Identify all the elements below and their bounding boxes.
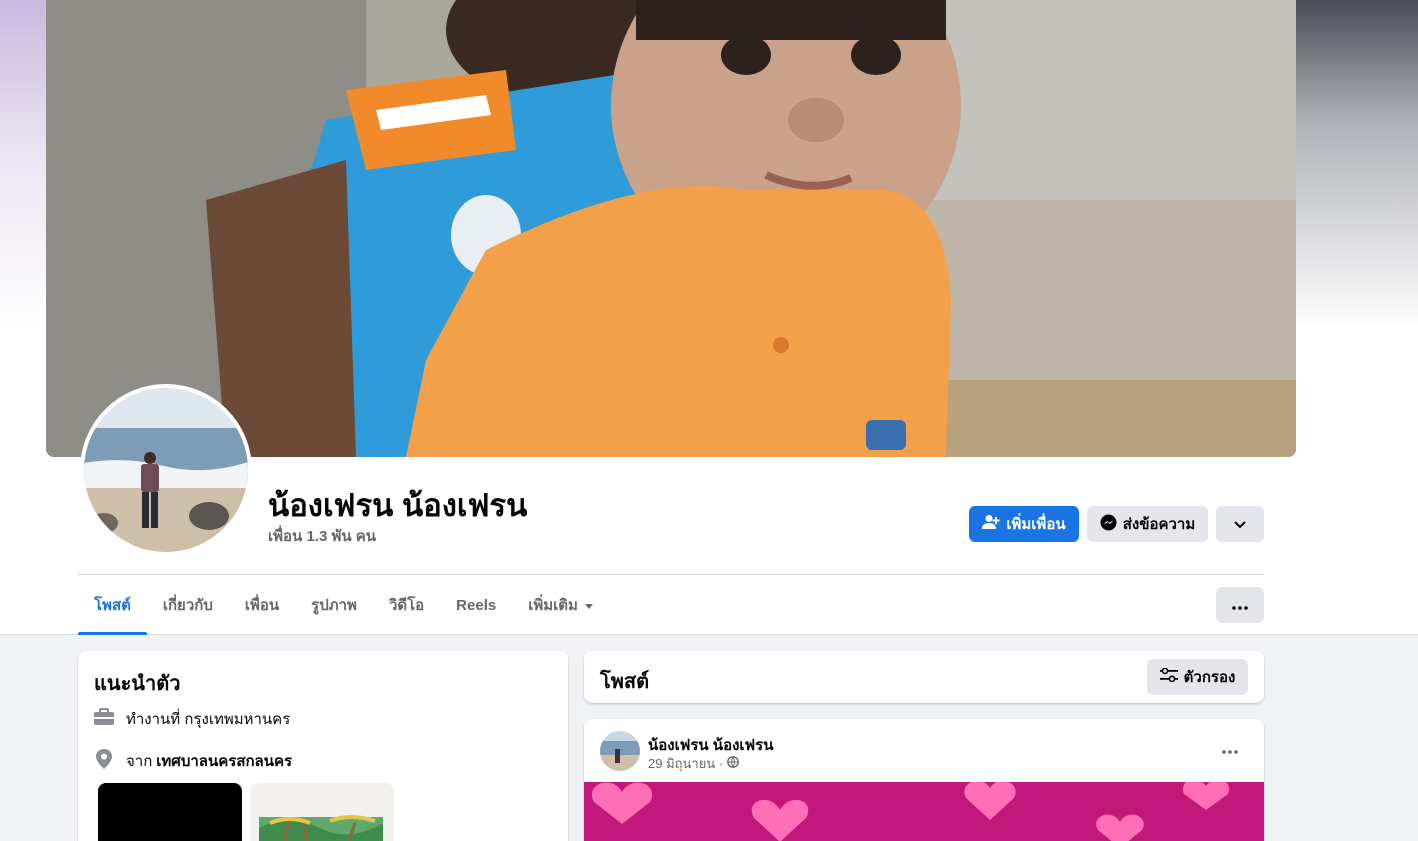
- tab-label: เพิ่มเติม: [528, 597, 578, 614]
- messenger-icon: [1100, 514, 1117, 535]
- background-shade-right: [1296, 0, 1418, 330]
- intro-card: แนะนำตัว ทำงานที่ กรุงเทพมหานคร จาก เทศบ…: [78, 651, 568, 841]
- tab-label: รูปภาพ: [311, 597, 357, 614]
- featured-photo-2[interactable]: [250, 783, 394, 841]
- intro-work-row: ทำงานที่ กรุงเทพมหานคร: [94, 707, 290, 731]
- filter-icon: [1159, 667, 1178, 686]
- tab-about[interactable]: เกี่ยวกับ: [147, 575, 229, 635]
- post-image[interactable]: [584, 779, 1264, 841]
- tab-videos[interactable]: วิดีโอ: [373, 575, 440, 635]
- tab-label: Reels: [456, 596, 497, 614]
- tab-label: โพสต์: [94, 597, 131, 614]
- add-friend-button[interactable]: เพิ่มเพื่อน: [969, 506, 1079, 542]
- filter-button[interactable]: ตัวกรอง: [1147, 659, 1248, 695]
- profile-name: น้องเฟรน น้องเฟรน: [268, 488, 528, 523]
- location-icon: [94, 749, 114, 773]
- friends-count[interactable]: เพื่อน 1.3 พัน คน: [268, 524, 376, 548]
- add-friend-icon: [982, 514, 1000, 534]
- caret-down-icon: [584, 597, 594, 614]
- background-shade-left: [0, 0, 46, 330]
- tab-photos[interactable]: รูปภาพ: [295, 575, 373, 635]
- post-meta: 29 มิถุนายน ·: [648, 753, 740, 774]
- add-friend-label: เพิ่มเพื่อน: [1006, 516, 1066, 533]
- chevron-down-icon: [1234, 516, 1246, 533]
- post-card: น้องเฟรน น้องเฟรน 29 มิถุนายน ·: [584, 719, 1264, 841]
- intro-from-place[interactable]: เทศบาลนครสกลนคร: [156, 749, 292, 773]
- profile-avatar[interactable]: [80, 384, 252, 556]
- post-options-button[interactable]: [1212, 731, 1248, 767]
- intro-from-row: จาก เทศบาลนครสกลนคร: [94, 749, 292, 773]
- posts-header-card: โพสต์ ตัวกรอง: [584, 651, 1264, 703]
- intro-title: แนะนำตัว: [94, 673, 181, 695]
- tab-friends[interactable]: เพื่อน: [229, 575, 295, 635]
- tab-posts[interactable]: โพสต์: [78, 575, 147, 635]
- intro-work-text: ทำงานที่ กรุงเทพมหานคร: [126, 711, 291, 728]
- tab-label: เกี่ยวกับ: [162, 597, 213, 614]
- post-date[interactable]: 29 มิถุนายน ·: [648, 753, 723, 774]
- post-author-avatar[interactable]: [600, 731, 640, 771]
- more-icon: [1222, 741, 1238, 758]
- message-button[interactable]: ส่งข้อความ: [1087, 506, 1208, 542]
- briefcase-icon: [94, 708, 114, 730]
- cover-photo[interactable]: [46, 0, 1296, 457]
- tab-label: วิดีโอ: [388, 597, 425, 614]
- globe-icon: [727, 756, 740, 771]
- filter-label: ตัวกรอง: [1183, 669, 1236, 686]
- posts-title: โพสต์: [600, 671, 650, 693]
- tab-reels[interactable]: Reels: [440, 575, 512, 635]
- message-label: ส่งข้อความ: [1122, 516, 1196, 533]
- profile-tabs: โพสต์ เกี่ยวกับ เพื่อน รูปภาพ วิดีโอ Ree…: [78, 575, 610, 635]
- tab-label: เพื่อน: [244, 597, 280, 614]
- featured-photo-1[interactable]: [98, 783, 242, 841]
- more-options-button[interactable]: [1216, 587, 1264, 623]
- tab-more[interactable]: เพิ่มเติม: [512, 575, 610, 635]
- intro-from-prefix: จาก: [126, 753, 153, 770]
- profile-options-button[interactable]: [1216, 506, 1264, 542]
- more-icon: [1232, 597, 1248, 614]
